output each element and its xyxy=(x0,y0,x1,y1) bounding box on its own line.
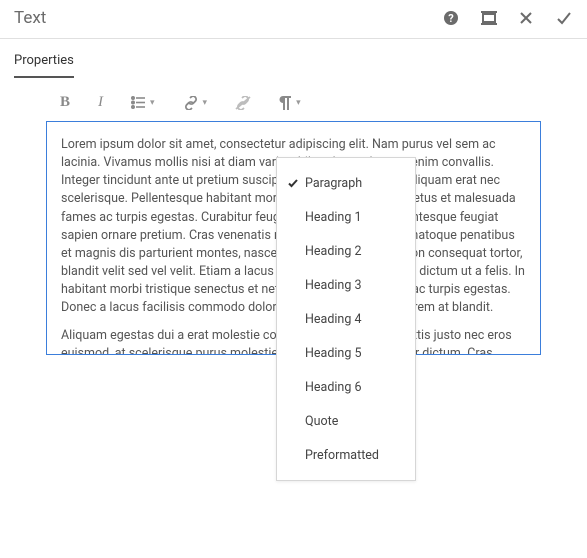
format-option-preformatted[interactable]: Preformatted xyxy=(277,438,415,472)
unlink-button[interactable] xyxy=(235,96,251,110)
format-option-paragraph[interactable]: Paragraph xyxy=(277,166,415,200)
format-option-label: Quote xyxy=(305,414,338,429)
confirm-icon[interactable] xyxy=(555,9,573,27)
check-icon xyxy=(287,177,305,189)
tabs: Properties xyxy=(0,39,587,78)
format-option-label: Heading 4 xyxy=(305,312,361,327)
format-option-label: Preformatted xyxy=(305,448,379,463)
rte-toolbar: B I ▾ ▾ ▾ xyxy=(0,78,587,121)
format-option-heading2[interactable]: Heading 2 xyxy=(277,234,415,268)
paragraph-format-button[interactable]: ▾ xyxy=(279,96,301,110)
format-option-heading6[interactable]: Heading 6 xyxy=(277,370,415,404)
chevron-down-icon: ▾ xyxy=(203,98,208,108)
list-button[interactable]: ▾ xyxy=(131,96,155,109)
format-option-label: Heading 5 xyxy=(305,346,361,361)
format-option-label: Heading 3 xyxy=(305,278,361,293)
format-option-label: Heading 1 xyxy=(305,210,361,225)
italic-button[interactable]: I xyxy=(98,94,103,111)
header-actions: ? xyxy=(443,9,573,27)
format-option-label: Paragraph xyxy=(305,176,362,191)
format-option-label: Heading 6 xyxy=(305,380,361,395)
format-option-label: Heading 2 xyxy=(305,244,361,259)
bold-button[interactable]: B xyxy=(60,94,70,111)
format-option-heading4[interactable]: Heading 4 xyxy=(277,302,415,336)
close-icon[interactable] xyxy=(519,11,533,25)
format-option-heading1[interactable]: Heading 1 xyxy=(277,200,415,234)
link-button[interactable]: ▾ xyxy=(183,96,208,110)
svg-text:?: ? xyxy=(448,12,454,25)
format-option-heading5[interactable]: Heading 5 xyxy=(277,336,415,370)
format-option-heading3[interactable]: Heading 3 xyxy=(277,268,415,302)
fullscreen-icon[interactable] xyxy=(481,10,497,26)
tab-properties[interactable]: Properties xyxy=(14,53,74,78)
format-option-quote[interactable]: Quote xyxy=(277,404,415,438)
chevron-down-icon: ▾ xyxy=(296,98,301,108)
paragraph-format-dropdown: Paragraph Heading 1 Heading 2 Heading 3 … xyxy=(276,157,416,481)
dialog-title: Text xyxy=(14,8,443,28)
chevron-down-icon: ▾ xyxy=(150,98,155,108)
help-icon[interactable]: ? xyxy=(443,10,459,26)
dialog-header: Text ? xyxy=(0,0,587,39)
